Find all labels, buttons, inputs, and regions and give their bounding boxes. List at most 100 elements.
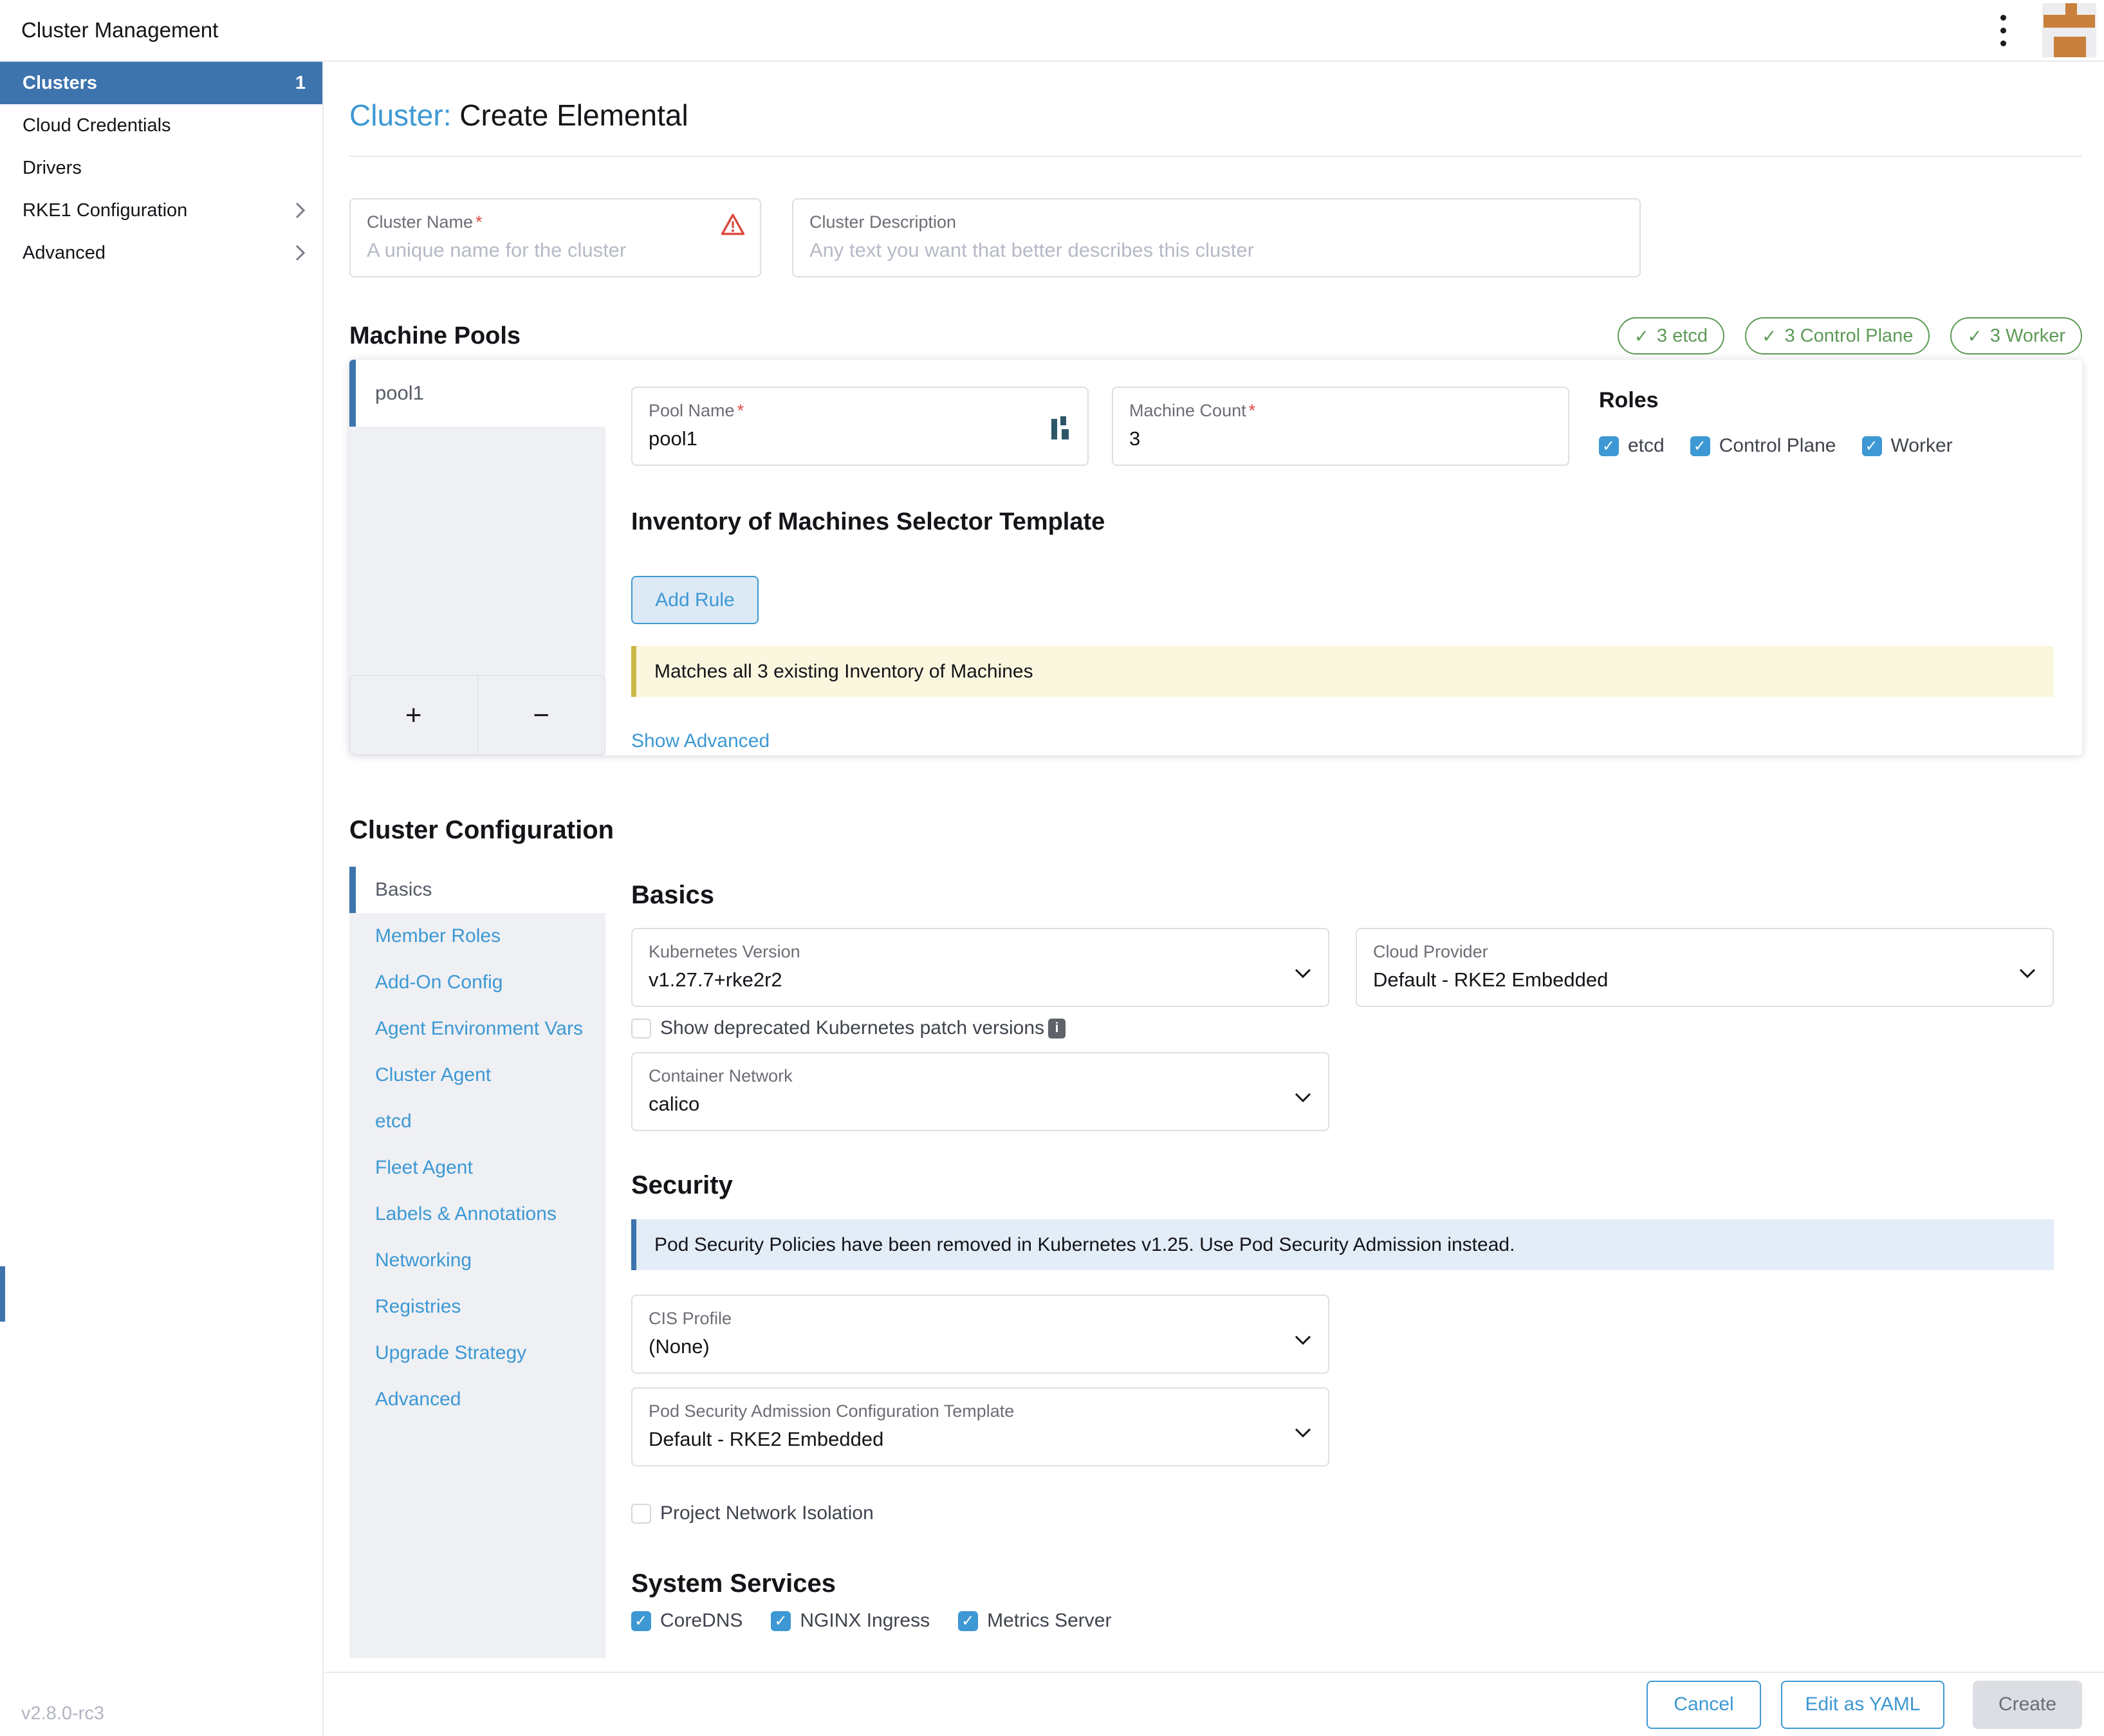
role-checkbox-etcd[interactable]: etcd [1599,435,1665,457]
container-network-value: calico [649,1093,1312,1116]
title-divider [349,156,2082,157]
required-asterisk: * [475,212,483,232]
chevron-down-icon [2019,963,2036,984]
cloud-provider-label: Cloud Provider [1373,942,2036,962]
pool-name-input[interactable] [649,427,1037,450]
machine-pools-heading: Machine Pools [349,322,521,350]
sidebar-item-label: Drivers [23,158,82,179]
psa-template-value: Default - RKE2 Embedded [649,1428,1312,1451]
chevron-right-icon [295,245,306,261]
cis-profile-value: (None) [649,1335,1312,1358]
machine-count-input[interactable] [1129,427,1518,450]
service-checkbox-metrics-server[interactable]: Metrics Server [958,1610,1111,1632]
config-tab-member-roles[interactable]: Member Roles [349,913,605,959]
cluster-configuration-heading: Cluster Configuration [349,816,2082,845]
cluster-description-input[interactable] [809,239,1558,262]
checkbox-unchecked-icon [631,1019,651,1039]
avatar[interactable] [2042,3,2096,57]
machine-pools-card: pool1 + − Pool Name* Machine Coun [349,360,2082,755]
chevron-down-icon [1295,1087,1311,1109]
psa-template-select[interactable]: Pod Security Admission Configuration Tem… [631,1387,1329,1466]
add-pool-button[interactable]: + [350,676,478,755]
info-icon[interactable]: i [1048,1019,1066,1039]
psp-removed-banner: Pod Security Policies have been removed … [631,1219,2054,1270]
machine-pool-tabs: pool1 + − [349,360,605,755]
checkbox-checked-icon [1862,436,1882,456]
config-tab-fleet-agent[interactable]: Fleet Agent [349,1145,605,1191]
edit-as-yaml-button[interactable]: Edit as YAML [1781,1681,1944,1729]
config-tab-addon-config[interactable]: Add-On Config [349,959,605,1006]
worker-count-badge: 3 Worker [1950,317,2082,355]
main-content: Cluster: Create Elemental Cluster Name* … [325,62,2104,1672]
config-tab-labels-annotations[interactable]: Labels & Annotations [349,1191,605,1237]
matches-banner: Matches all 3 existing Inventory of Mach… [631,646,2054,697]
cluster-description-label: Cluster Description [809,212,1623,232]
sidebar: Clusters 1 Cloud Credentials Drivers RKE… [0,62,324,1736]
add-rule-button[interactable]: Add Rule [631,576,759,624]
container-network-select[interactable]: Container Network calico [631,1052,1329,1131]
checkbox-checked-icon [771,1611,791,1631]
config-tab-agent-environment-vars[interactable]: Agent Environment Vars [349,1006,605,1052]
basics-heading: Basics [631,881,2082,910]
checkbox-checked-icon [1599,436,1619,456]
checkbox-unchecked-icon [631,1504,651,1524]
chevron-down-icon [1295,1422,1311,1444]
cluster-description-field: Cluster Description [792,198,1641,277]
action-bar: Cancel Edit as YAML Create [325,1672,2104,1736]
cis-profile-label: CIS Profile [649,1309,1312,1329]
sidebar-item-rke1-configuration[interactable]: RKE1 Configuration [0,189,322,232]
kebab-menu-icon[interactable] [1991,8,2015,53]
config-tab-cluster-agent[interactable]: Cluster Agent [349,1052,605,1098]
project-network-isolation-checkbox[interactable]: Project Network Isolation [631,1502,2082,1524]
cis-profile-select[interactable]: CIS Profile (None) [631,1295,1329,1374]
kubernetes-version-value: v1.27.7+rke2r2 [649,968,1312,992]
machine-pool-tab-pool1[interactable]: pool1 [349,360,605,427]
config-tab-networking[interactable]: Networking [349,1237,605,1284]
psa-template-label: Pod Security Admission Configuration Tem… [649,1401,1312,1421]
drawer-handle-accent [0,1266,5,1322]
config-tab-upgrade-strategy[interactable]: Upgrade Strategy [349,1330,605,1376]
remove-pool-button[interactable]: − [478,676,605,755]
config-tab-registries[interactable]: Registries [349,1284,605,1330]
checkbox-checked-icon [631,1611,651,1631]
chevron-right-icon [295,202,306,219]
checkbox-checked-icon [1690,436,1710,456]
pool-name-field: Pool Name* [631,387,1089,466]
inventory-selector-heading: Inventory of Machines Selector Template [631,508,2056,536]
control-plane-count-badge: 3 Control Plane [1745,317,1930,355]
show-deprecated-checkbox[interactable]: Show deprecated Kubernetes patch version… [631,1017,1044,1039]
cluster-name-label: Cluster Name [367,212,473,232]
config-tab-basics[interactable]: Basics [349,867,605,913]
randomize-name-icon[interactable] [1051,416,1071,442]
chevron-down-icon [1295,1329,1311,1351]
system-services-heading: System Services [631,1569,2082,1598]
service-checkbox-nginx-ingress[interactable]: NGINX Ingress [771,1610,930,1632]
sidebar-item-drivers[interactable]: Drivers [0,147,322,189]
warning-icon [720,212,746,241]
etcd-count-badge: 3 etcd [1618,317,1724,355]
sidebar-item-label: Advanced [23,243,106,264]
cluster-name-input[interactable] [367,239,714,262]
role-checkbox-worker[interactable]: Worker [1862,435,1953,457]
config-tab-etcd[interactable]: etcd [349,1098,605,1145]
page-title: Cluster: Create Elemental [349,98,2082,133]
machine-count-label: Machine Count [1129,401,1246,420]
create-button[interactable]: Create [1973,1681,2082,1729]
kubernetes-version-select[interactable]: Kubernetes Version v1.27.7+rke2r2 [631,928,1329,1007]
sidebar-item-clusters[interactable]: Clusters 1 [0,62,322,104]
sidebar-item-label: Cloud Credentials [23,115,171,136]
top-header: Cluster Management [0,0,2104,62]
sidebar-item-label: RKE1 Configuration [23,200,187,221]
sidebar-item-cloud-credentials[interactable]: Cloud Credentials [0,104,322,147]
page-title-prefix: Cluster: [349,98,451,132]
cancel-button[interactable]: Cancel [1647,1681,1761,1729]
role-checkbox-control-plane[interactable]: Control Plane [1690,435,1836,457]
kubernetes-version-label: Kubernetes Version [649,942,1312,962]
security-heading: Security [631,1171,2082,1200]
sidebar-item-advanced[interactable]: Advanced [0,232,322,274]
config-tab-advanced[interactable]: Advanced [349,1376,605,1423]
cloud-provider-select[interactable]: Cloud Provider Default - RKE2 Embedded [1356,928,2054,1007]
show-advanced-link[interactable]: Show Advanced [631,730,770,752]
service-checkbox-coredns[interactable]: CoreDNS [631,1610,743,1632]
page-title-name: Create Elemental [459,98,688,132]
